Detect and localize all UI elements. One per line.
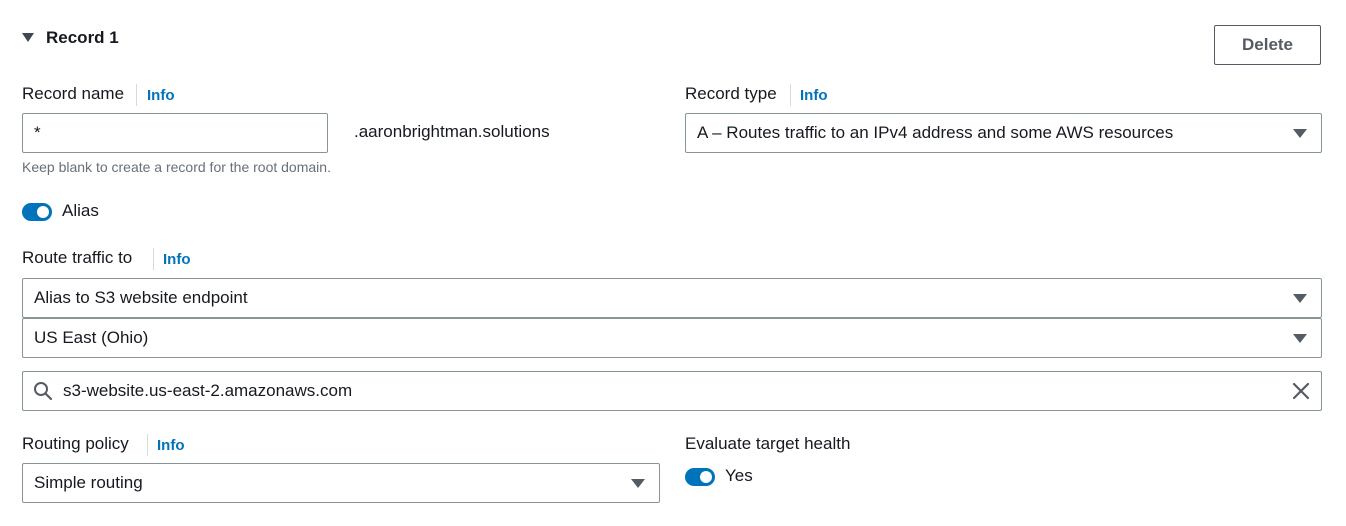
info-divider xyxy=(136,84,137,106)
delete-button[interactable]: Delete xyxy=(1214,25,1321,65)
route-traffic-info-link[interactable]: Info xyxy=(163,251,191,268)
select-arrow-icon xyxy=(1293,334,1307,343)
record-type-select[interactable]: A – Routes traffic to an IPv4 address an… xyxy=(685,113,1322,153)
endpoint-type-selected: Alias to S3 website endpoint xyxy=(34,288,248,307)
record-type-label: Record type xyxy=(685,84,777,103)
toggle-knob xyxy=(37,206,49,218)
caret-down-icon[interactable] xyxy=(22,33,34,42)
select-arrow-icon xyxy=(1293,129,1307,138)
evaluate-health-toggle-label: Yes xyxy=(725,466,753,485)
endpoint-type-select[interactable]: Alias to S3 website endpoint xyxy=(22,278,1322,318)
routing-policy-selected: Simple routing xyxy=(34,473,143,492)
info-divider xyxy=(153,248,154,270)
info-divider xyxy=(790,84,791,106)
select-arrow-icon xyxy=(631,479,645,488)
region-select[interactable]: US East (Ohio) xyxy=(22,318,1322,358)
domain-suffix: .aaronbrightman.solutions xyxy=(354,122,550,141)
region-selected: US East (Ohio) xyxy=(34,328,149,347)
search-icon xyxy=(34,382,53,401)
evaluate-health-label: Evaluate target health xyxy=(685,434,851,453)
record-name-hint: Keep blank to create a record for the ro… xyxy=(22,159,331,175)
endpoint-search-input[interactable]: s3-website.us-east-2.amazonaws.com xyxy=(22,371,1322,411)
routing-policy-label: Routing policy xyxy=(22,434,129,453)
record-type-info-link[interactable]: Info xyxy=(800,87,828,104)
clear-icon[interactable] xyxy=(1291,381,1311,401)
record-name-info-link[interactable]: Info xyxy=(147,87,175,104)
info-divider xyxy=(147,434,148,456)
section-title: Record 1 xyxy=(46,28,119,47)
record-name-value: * xyxy=(34,123,41,142)
endpoint-search-value: s3-website.us-east-2.amazonaws.com xyxy=(63,381,353,400)
routing-policy-info-link[interactable]: Info xyxy=(157,437,185,454)
select-arrow-icon xyxy=(1293,294,1307,303)
record-name-input[interactable]: * xyxy=(22,113,328,153)
routing-policy-select[interactable]: Simple routing xyxy=(22,463,660,503)
toggle-knob xyxy=(700,471,712,483)
route-traffic-label: Route traffic to xyxy=(22,248,133,267)
record-type-selected: A – Routes traffic to an IPv4 address an… xyxy=(697,123,1174,142)
evaluate-health-toggle[interactable] xyxy=(685,468,715,486)
alias-toggle[interactable] xyxy=(22,203,52,221)
record-name-label: Record name xyxy=(22,84,125,103)
alias-label: Alias xyxy=(62,201,99,220)
